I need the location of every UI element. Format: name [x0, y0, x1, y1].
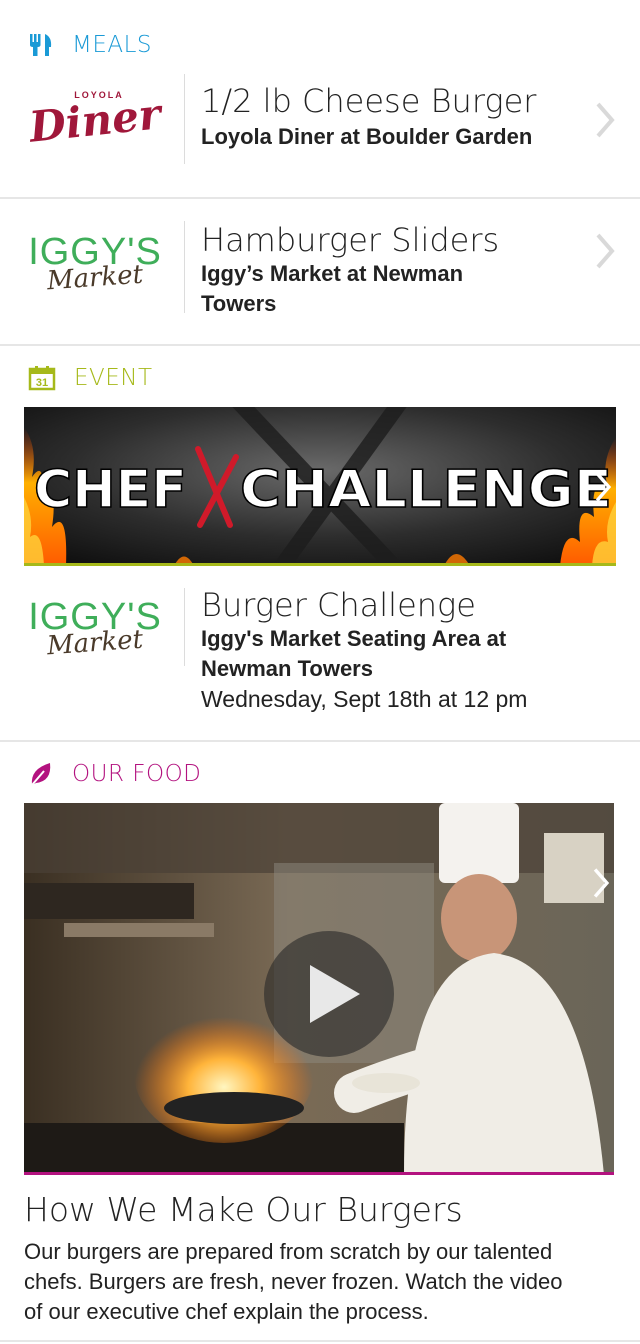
meal-title: 1/2 lb Cheese Burger	[201, 82, 537, 120]
svg-text:31: 31	[36, 377, 48, 389]
divider	[0, 740, 640, 742]
separator	[184, 221, 185, 313]
video-description: Our burgers are prepared from scratch by…	[24, 1237, 624, 1327]
separator	[184, 588, 185, 666]
chevron-right-icon[interactable]	[592, 231, 618, 271]
description-line: Our burgers are prepared from scratch by…	[24, 1239, 553, 1264]
meal-title: Hamburger Sliders	[201, 221, 500, 259]
play-button[interactable]	[264, 931, 394, 1057]
banner-text-chef: CHEF	[34, 460, 187, 520]
banner-text-challenge: CHALLENGE	[240, 460, 612, 520]
chevron-right-icon[interactable]	[590, 863, 612, 903]
video-title: How We Make Our Burgers	[24, 1190, 463, 1229]
meal-location-line1: Iggy’s Market at Newman	[201, 261, 464, 286]
meal-item-cheese-burger[interactable]: LOYOLA Diner 1/2 lb Cheese Burger Loyola…	[0, 72, 640, 198]
separator	[184, 74, 185, 164]
chef-challenge-banner[interactable]: CHEF CHALLENGE	[24, 407, 616, 566]
meal-location: Loyola Diner at Boulder Garden	[201, 124, 533, 149]
calendar-icon: 31	[28, 366, 56, 391]
meals-section-header: MEALS	[28, 30, 152, 60]
divider	[0, 1340, 640, 1342]
loyola-diner-logo: LOYOLA Diner	[20, 72, 170, 164]
event-section-label: EVENT	[74, 365, 153, 391]
iggys-market-logo: IGGY'S Market	[20, 582, 170, 674]
meals-section-label: MEALS	[72, 32, 153, 58]
meal-item-hamburger-sliders[interactable]: IGGY'S Market Hamburger Sliders Iggy’s M…	[0, 199, 640, 345]
iggys-market-logo: IGGY'S Market	[20, 217, 170, 309]
meal-location-line2: Towers	[201, 291, 277, 316]
food-section-label: OUR FOOD	[72, 761, 202, 787]
event-location-line1: Iggy's Market Seating Area at	[201, 626, 507, 651]
event-title: Burger Challenge	[201, 586, 476, 624]
description-line: chefs. Burgers are fresh, never frozen. …	[24, 1269, 563, 1294]
divider	[0, 344, 640, 346]
event-location-line2: Newman Towers	[201, 656, 373, 681]
chevron-right-icon[interactable]	[592, 467, 614, 507]
chef-video-player[interactable]	[24, 803, 614, 1175]
event-item-burger-challenge[interactable]: IGGY'S Market Burger Challenge Iggy's Ma…	[0, 570, 640, 740]
description-line: of our executive chef explain the proces…	[24, 1299, 429, 1324]
banner-image: CHEF CHALLENGE	[24, 407, 616, 566]
event-datetime: Wednesday, Sept 18th at 12 pm	[201, 686, 528, 712]
chevron-right-icon[interactable]	[592, 100, 618, 140]
fork-knife-icon	[30, 34, 52, 56]
food-section-header: OUR FOOD	[28, 759, 201, 789]
leaf-icon	[31, 763, 51, 786]
play-icon	[310, 965, 360, 1023]
event-section-header: 31 EVENT	[28, 363, 153, 393]
